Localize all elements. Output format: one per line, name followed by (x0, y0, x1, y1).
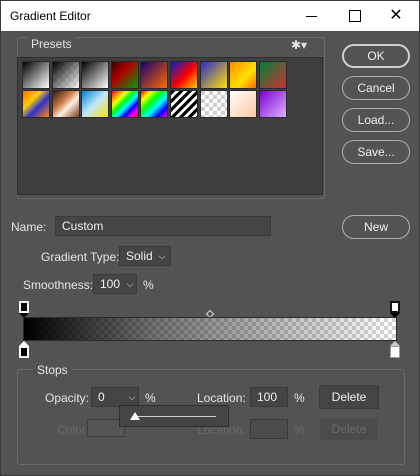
preset-swatch[interactable] (229, 90, 258, 118)
chevron-down-icon[interactable]: ⌵ (126, 388, 138, 406)
smoothness-label: Smoothness: (23, 278, 94, 292)
stops-label: Stops (33, 363, 72, 377)
preset-swatch[interactable] (22, 90, 50, 118)
color-stop-right[interactable] (390, 346, 400, 358)
smoothness-unit: % (143, 278, 154, 292)
preset-swatch[interactable] (170, 61, 198, 89)
opacity-slider-popup[interactable] (119, 405, 229, 427)
location2-unit: % (294, 423, 305, 437)
gradient-type-label: Gradient Type: (41, 250, 120, 264)
opacity-slider-thumb[interactable] (130, 412, 140, 420)
location-input[interactable]: 100 (250, 387, 288, 407)
title-bar: Gradient Editor ✕ (1, 1, 419, 31)
cancel-button[interactable]: Cancel (342, 76, 410, 100)
gradient-editor-window: Gradient Editor ✕ Presets ✱▾ OK Cancel L… (0, 0, 420, 476)
presets-label: Presets (27, 37, 76, 51)
new-button[interactable]: New (342, 215, 410, 239)
color-stop-left[interactable] (19, 346, 29, 358)
preset-swatch[interactable] (110, 90, 139, 118)
preset-swatch[interactable] (140, 90, 169, 118)
name-label: Name: (11, 220, 47, 234)
smoothness-input[interactable]: 100 ⌵ (93, 274, 137, 294)
delete-opacity-stop-button[interactable]: Delete (319, 385, 379, 409)
preset-swatch[interactable] (258, 90, 287, 118)
location-unit: % (294, 391, 305, 405)
preset-swatch[interactable] (110, 61, 139, 89)
presets-swatch-area[interactable] (17, 57, 323, 195)
load-button[interactable]: Load... (342, 108, 410, 132)
opacity-unit: % (145, 391, 156, 405)
gradient-type-value: Solid (126, 249, 153, 263)
opacity-slider-track[interactable] (136, 416, 216, 417)
close-icon[interactable]: ✕ (385, 6, 407, 26)
ok-button[interactable]: OK (342, 44, 410, 68)
name-field[interactable]: Custom (55, 216, 271, 236)
preset-swatch[interactable] (199, 90, 228, 118)
location-label: Location: (197, 391, 246, 405)
color-label: Color: (57, 423, 90, 437)
preset-swatch[interactable] (81, 61, 110, 89)
smoothness-value: 100 (100, 277, 121, 291)
opacity-input[interactable]: 0 ⌵ (91, 387, 139, 407)
preset-swatch[interactable] (229, 61, 258, 89)
preset-swatch[interactable] (199, 61, 228, 89)
location2-input (250, 419, 288, 439)
delete-color-stop-button: Delete (319, 417, 379, 441)
opacity-stop-left[interactable] (19, 301, 29, 313)
preset-swatch[interactable] (258, 61, 287, 89)
gear-icon[interactable]: ✱▾ (291, 38, 307, 52)
opacity-label: Opacity: (45, 391, 90, 405)
opacity-value: 0 (98, 390, 105, 404)
chevron-down-icon[interactable]: ⌵ (124, 275, 136, 293)
chevron-down-icon: ⌵ (158, 251, 166, 261)
preset-swatch[interactable] (170, 90, 198, 118)
save-button[interactable]: Save... (342, 140, 410, 164)
gradient-type-select[interactable]: Solid ⌵ (119, 246, 171, 266)
minimize-icon[interactable] (301, 7, 323, 25)
gradient-preview-bar[interactable] (23, 317, 397, 341)
preset-swatch[interactable] (81, 90, 110, 118)
maximize-icon[interactable] (344, 7, 366, 25)
preset-swatch[interactable] (51, 61, 80, 89)
preset-swatch[interactable] (140, 61, 169, 89)
opacity-stop-right[interactable] (390, 301, 400, 313)
preset-swatch[interactable] (51, 90, 80, 118)
window-title: Gradient Editor (10, 9, 91, 23)
preset-swatch[interactable] (22, 61, 50, 89)
